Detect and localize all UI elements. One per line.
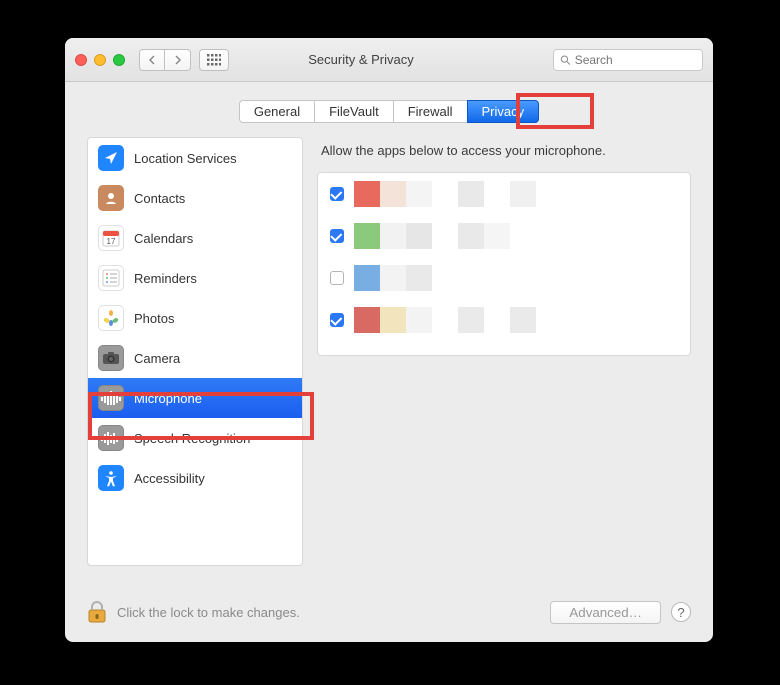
app-checkbox[interactable] — [330, 187, 344, 201]
sidebar-item-label: Reminders — [134, 271, 197, 286]
sidebar-item-reminders[interactable]: Reminders — [88, 258, 302, 298]
show-all-button[interactable] — [199, 49, 229, 71]
app-checkbox[interactable] — [330, 313, 344, 327]
tab-firewall[interactable]: Firewall — [393, 100, 467, 123]
search-field[interactable] — [553, 49, 703, 71]
search-icon — [560, 54, 571, 66]
traffic-lights — [75, 54, 125, 66]
titlebar: Security & Privacy — [65, 38, 713, 82]
speech-icon — [98, 425, 124, 451]
app-redacted — [354, 181, 536, 207]
app-redacted — [354, 307, 536, 333]
calendar-icon: 17 — [98, 225, 124, 251]
advanced-button[interactable]: Advanced… — [550, 601, 661, 624]
lock-icon[interactable] — [87, 600, 107, 624]
right-pane: Allow the apps below to access your micr… — [317, 137, 691, 566]
contacts-icon — [98, 185, 124, 211]
app-row[interactable] — [318, 173, 690, 215]
search-input[interactable] — [575, 53, 696, 67]
accessibility-icon — [98, 465, 124, 491]
sidebar-item-photos[interactable]: Photos — [88, 298, 302, 338]
sidebar-item-calendars[interactable]: 17 Calendars — [88, 218, 302, 258]
footer: Click the lock to make changes. Advanced… — [65, 586, 713, 642]
help-button[interactable]: ? — [671, 602, 691, 622]
app-redacted — [354, 223, 536, 249]
window-title: Security & Privacy — [237, 52, 545, 67]
tab-privacy[interactable]: Privacy — [467, 100, 540, 123]
app-row[interactable] — [318, 257, 690, 299]
app-redacted — [354, 265, 536, 291]
tab-filevault[interactable]: FileVault — [314, 100, 393, 123]
app-row[interactable] — [318, 299, 690, 341]
back-button[interactable] — [139, 49, 165, 71]
sidebar-item-label: Location Services — [134, 151, 237, 166]
sidebar-item-contacts[interactable]: Contacts — [88, 178, 302, 218]
sidebar-item-speech[interactable]: Speech Recognition — [88, 418, 302, 458]
camera-icon — [98, 345, 124, 371]
location-icon — [98, 145, 124, 171]
sidebar-item-label: Microphone — [134, 391, 202, 406]
chevron-right-icon — [174, 55, 182, 65]
sidebar-item-microphone[interactable]: Microphone — [88, 378, 302, 418]
sidebar-item-label: Photos — [134, 311, 174, 326]
privacy-sidebar: Location Services Contacts 17 Calendars Remi… — [87, 137, 303, 566]
tab-general[interactable]: General — [239, 100, 314, 123]
reminders-icon — [98, 265, 124, 291]
content-area: Location Services Contacts 17 Calendars Remi… — [65, 137, 713, 586]
app-list[interactable] — [317, 172, 691, 356]
minimize-button[interactable] — [94, 54, 106, 66]
sidebar-item-label: Speech Recognition — [134, 431, 250, 446]
sidebar-item-accessibility[interactable]: Accessibility — [88, 458, 302, 498]
svg-text:17: 17 — [107, 237, 116, 246]
forward-button[interactable] — [165, 49, 191, 71]
close-button[interactable] — [75, 54, 87, 66]
sidebar-item-location[interactable]: Location Services — [88, 138, 302, 178]
grid-icon — [207, 54, 221, 66]
app-checkbox[interactable] — [330, 229, 344, 243]
tab-bar: GeneralFileVaultFirewallPrivacy — [65, 82, 713, 137]
sidebar-item-label: Calendars — [134, 231, 193, 246]
zoom-button[interactable] — [113, 54, 125, 66]
sidebar-item-camera[interactable]: Camera — [88, 338, 302, 378]
photos-icon — [98, 305, 124, 331]
chevron-left-icon — [148, 55, 156, 65]
app-row[interactable] — [318, 215, 690, 257]
sidebar-item-label: Camera — [134, 351, 180, 366]
pane-heading: Allow the apps below to access your micr… — [317, 137, 691, 172]
app-checkbox[interactable] — [330, 271, 344, 285]
sidebar-item-label: Contacts — [134, 191, 185, 206]
lock-text: Click the lock to make changes. — [117, 605, 540, 620]
nav-buttons — [139, 49, 191, 71]
sidebar-item-label: Accessibility — [134, 471, 205, 486]
prefs-window: Security & Privacy GeneralFileVaultFirew… — [65, 38, 713, 642]
microphone-icon — [98, 385, 124, 411]
